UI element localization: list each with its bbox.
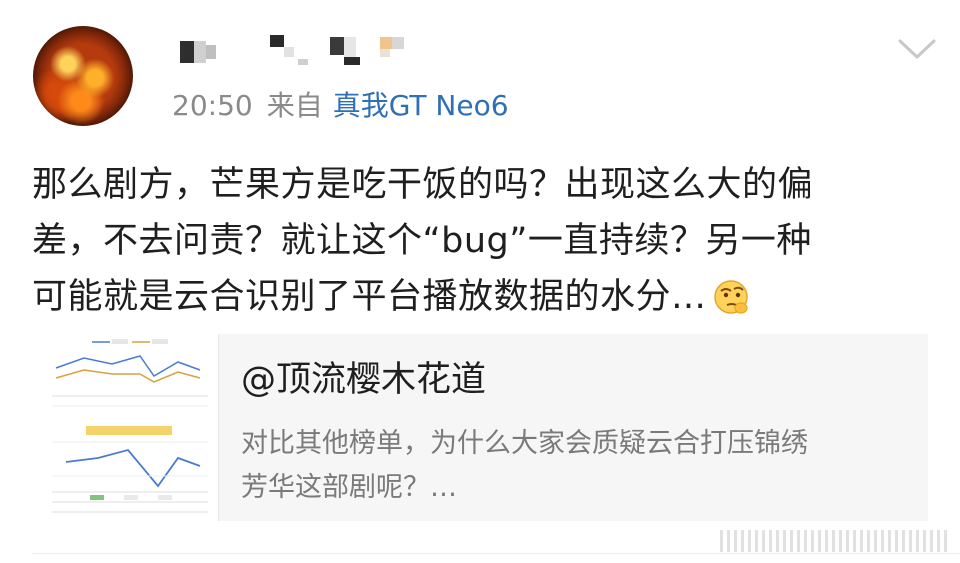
chevron-down-icon[interactable]: [897, 35, 937, 63]
shared-post-card[interactable]: @顶流樱木花道 对比其他榜单，为什么大家会质疑云合打压锦绣 芳华这部剧呢？…: [32, 334, 928, 521]
post-time: 20:50: [172, 89, 253, 122]
shared-post-excerpt-line: 芳华这部剧呢？…: [241, 472, 457, 503]
username-censored[interactable]: [180, 33, 420, 69]
post-text-line: 那么剧方，芒果方是吃干饭的吗？出现这么大的偏: [32, 165, 814, 205]
post-meta: 20:50 来自 真我GT Neo6: [172, 88, 509, 124]
shared-post-excerpt-line: 对比其他榜单，为什么大家会质疑云合打压锦绣: [241, 428, 808, 459]
post-text-line-content: 可能就是云合识别了平台播放数据的水分…: [32, 277, 707, 317]
source-device-link[interactable]: 真我GT Neo6: [333, 89, 509, 122]
shared-post-thumbnail[interactable]: [32, 334, 219, 521]
shared-post-author[interactable]: @顶流樱木花道: [241, 358, 486, 402]
post-text-line: 差，不去问责？就让这个“bug”一直持续？另一种: [32, 221, 812, 261]
shared-post-excerpt: 对比其他榜单，为什么大家会质疑云合打压锦绣 芳华这部剧呢？…: [241, 422, 921, 510]
source-label: 来自: [266, 89, 323, 122]
post-text-line-last: 可能就是云合识别了平台播放数据的水分…: [32, 269, 932, 325]
divider: [32, 553, 960, 554]
avatar[interactable]: [33, 26, 133, 126]
post-body: 那么剧方，芒果方是吃干饭的吗？出现这么大的偏 差，不去问责？就让这个“bug”一…: [32, 157, 932, 325]
thinking-face-emoji-icon: [713, 280, 748, 314]
watermark: [720, 530, 950, 552]
